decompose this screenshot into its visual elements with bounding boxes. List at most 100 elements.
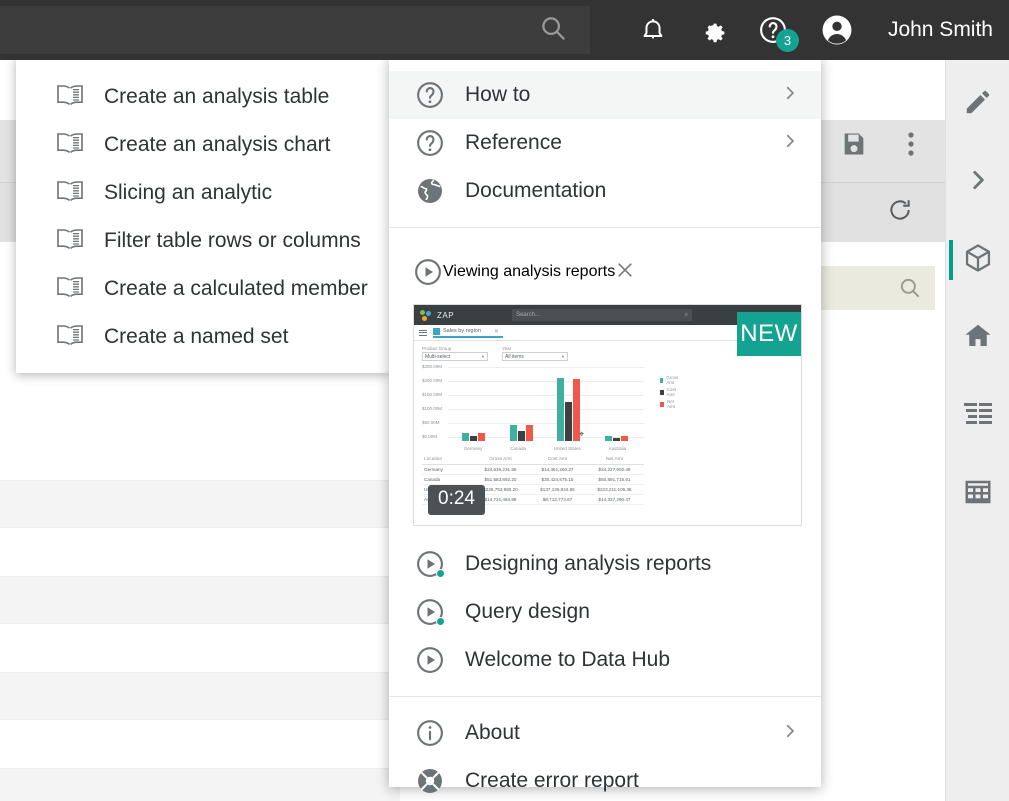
chevron-down-icon: ▼ [481,354,485,359]
chevron-right-icon [781,84,799,107]
legend-entry: Gross Amt [660,375,680,385]
cell-cost: $8,713,773.87 [542,497,573,502]
menu-item-create-analysis-table[interactable]: Create an analysis table [16,73,389,121]
filter-label: Year [502,346,512,351]
help-item-label: Documentation [465,179,607,202]
more-vertical-icon[interactable] [908,131,914,162]
play-circle-icon [413,597,447,627]
list-item[interactable] [0,672,400,720]
help-item-about[interactable]: About [389,709,821,757]
thumb-search-field: Search... ⌕ [512,309,693,321]
book-icon [56,323,84,352]
cell-net: $223,211,106.36 [597,487,632,492]
legend-entry: Net Amt [660,399,680,409]
list-item[interactable] [0,480,400,528]
help-item-reference[interactable]: Reference [389,119,821,167]
legend-label: Net Amt [667,399,676,409]
menu-item-label: Create a named set [104,325,289,348]
gear-icon[interactable] [696,13,730,47]
search-icon[interactable] [538,13,568,48]
menu-item-label: Create an analysis table [104,85,330,108]
play-circle-icon [413,549,447,579]
y-tick: $0.00M [422,434,438,439]
help-item-label: Create error report [465,769,639,792]
bar-cost [565,402,573,441]
list-item[interactable]: ulations [0,720,400,768]
help-circle-icon [413,80,447,110]
save-icon[interactable] [840,130,868,163]
filter-value: All items [505,353,524,360]
new-badge: NEW [737,312,801,356]
rail-item-home[interactable] [946,312,1009,364]
help-circle-icon [413,128,447,158]
close-icon[interactable] [615,260,635,285]
bar-cost [517,431,525,441]
menu-item-create-named-set[interactable]: Create a named set [16,313,389,361]
divider [389,227,821,228]
bell-icon[interactable] [636,13,670,47]
cell-net: $24,227,602.49 [598,467,631,472]
menu-item-create-analysis-chart[interactable]: Create an analysis chart [16,121,389,169]
search-icon [900,278,920,298]
refresh-icon[interactable] [887,197,913,228]
help-item-documentation[interactable]: Documentation [389,167,821,215]
help-item-create-error-report[interactable]: Create error report [389,757,821,801]
video-list: Designing analysis reports Query design [389,526,821,684]
help-item-designing-analysis-reports[interactable]: Designing analysis reports [389,540,821,588]
x-tick: Canada [510,446,526,451]
help-circle-icon[interactable]: 3 [756,13,799,52]
chevron-right-icon [781,132,799,155]
thumb-chart: $250.00M $200.00M $150.00M $100.00M $50.… [422,364,678,451]
list-item[interactable] [0,528,400,576]
table-row: Germany $24,636,231.85 $14,361,260.27 $2… [422,465,644,475]
rail-item-expand[interactable] [946,156,1009,208]
help-item-welcome-to-data-hub[interactable]: Welcome to Data Hub [389,636,821,684]
thumb-app-name: ZAP [437,310,455,320]
username-label[interactable]: John Smith [888,18,993,42]
right-sidebar-rail [945,60,1009,801]
featured-video-header[interactable]: Viewing analysis reports [413,250,799,294]
user-avatar-icon[interactable] [820,13,854,47]
menu-item-label: Filter table rows or columns [104,229,361,252]
rail-item-list[interactable] [946,390,1009,442]
chevron-right-icon [965,167,991,198]
video-thumbnail[interactable]: ZAP Search... ⌕ Sales by region ✕ Produc… [413,304,802,526]
rail-item-edit[interactable] [946,78,1009,130]
list-item[interactable] [0,768,400,801]
x-tick: Australia [608,446,627,451]
rail-item-cube[interactable] [946,234,1009,286]
help-item-label: Reference [465,131,562,154]
panel-search-field[interactable] [815,266,935,310]
menu-item-slicing-an-analytic[interactable]: Slicing an analytic [16,169,389,217]
background-list: nal formatting ulations [0,480,400,801]
help-item-query-design[interactable]: Query design [389,588,821,636]
mouse-cursor-icon: ⌖ [579,429,585,439]
rail-item-grid[interactable] [946,468,1009,520]
gridline [448,367,644,368]
cell-location: Germany [424,467,443,472]
menu-item-filter-table-rows-or-columns[interactable]: Filter table rows or columns [16,217,389,265]
legend-entry: Cost Amt [660,387,680,397]
home-icon [963,321,993,356]
cell-location: Canada [424,477,441,482]
zap-logo-icon [420,309,431,321]
menu-item-create-calculated-member[interactable]: Create a calculated member [16,265,389,313]
table-row: Canada $51,683,892.20 $30,424,575.15 $50… [422,475,644,485]
filter-dropdown: Multi-select ▼ [422,352,488,361]
help-item-label: Welcome to Data Hub [465,648,671,671]
global-search-field[interactable] [0,6,590,54]
list-item[interactable]: nal formatting [0,624,400,672]
x-tick: Germany [463,446,483,451]
help-item-label: Query design [465,600,590,623]
help-item-how-to[interactable]: How to [389,71,821,119]
list-item[interactable] [0,576,400,624]
video-duration-badge: 0:24 [428,485,485,515]
thumb-search-placeholder: Search... [516,312,541,318]
bar-group-united-states [557,378,581,441]
thumb-filter-year: Year All items ▼ [502,346,568,361]
bar-net [478,433,486,441]
list-icon [963,401,993,432]
how-to-submenu: Create an analysis table Create an analy… [16,57,389,373]
chart-legend: Gross Amt Cost Amt Net Amt [660,375,680,411]
bar-gross [462,433,470,441]
